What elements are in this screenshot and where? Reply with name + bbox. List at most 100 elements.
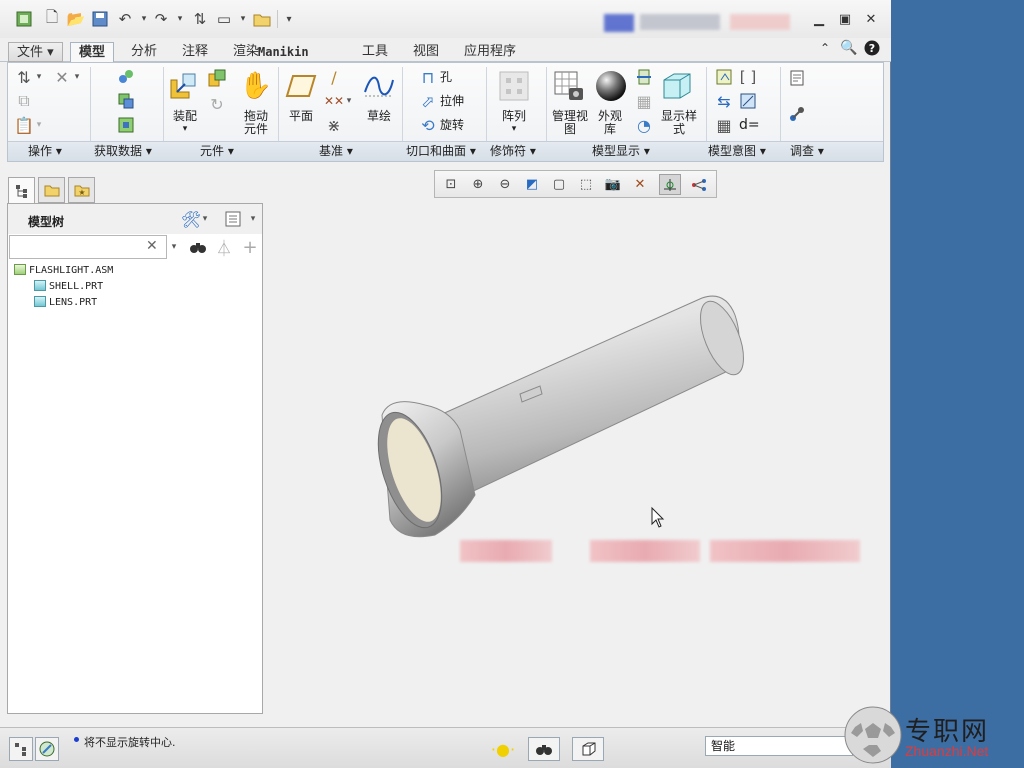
- delete-icon[interactable]: ✕: [52, 67, 72, 87]
- paste-dropdown-icon[interactable]: ▾: [34, 115, 44, 135]
- tree-item-flashlight-asm[interactable]: FLASHLIGHT.ASM: [14, 263, 113, 279]
- datum-display-filters-icon[interactable]: ✕: [629, 174, 651, 195]
- drag-components-icon[interactable]: ✋: [239, 69, 273, 103]
- manage-views-icon[interactable]: [552, 69, 586, 103]
- help-icon[interactable]: ?: [863, 39, 881, 57]
- refit-icon[interactable]: ⊡: [440, 174, 462, 195]
- flashlight-model[interactable]: [330, 270, 890, 690]
- show-dropdown-icon[interactable]: ▾: [248, 210, 258, 228]
- minimize-button[interactable]: ▁: [810, 10, 828, 28]
- folder-browser-tab-icon[interactable]: [38, 177, 65, 203]
- coordinate-system-icon[interactable]: ⋇: [324, 115, 344, 135]
- minimize-ribbon-icon[interactable]: ⌃: [816, 39, 834, 57]
- spin-center-icon[interactable]: [659, 174, 681, 195]
- display-style-icon[interactable]: [660, 69, 694, 103]
- group-get-data[interactable]: 获取数据 ▾: [94, 143, 152, 159]
- tab-tools[interactable]: 工具: [354, 42, 396, 62]
- tab-analysis[interactable]: 分析: [123, 42, 165, 62]
- repeat-icon[interactable]: ↻: [206, 93, 228, 115]
- group-datum[interactable]: 基准 ▾: [319, 143, 353, 159]
- tab-annotate[interactable]: 注释: [174, 42, 216, 62]
- tab-applications[interactable]: 应用程序: [456, 42, 524, 62]
- group-component[interactable]: 元件 ▾: [200, 143, 234, 159]
- tree-settings-icon[interactable]: 🛠: [181, 210, 201, 229]
- view-manager-icon[interactable]: 📷: [602, 174, 624, 195]
- publish-geometry-icon[interactable]: [738, 91, 758, 111]
- filter-icon[interactable]: ⏃: [214, 238, 234, 258]
- group-modifiers[interactable]: 修饰符 ▾: [490, 143, 536, 159]
- add-item-icon[interactable]: +: [240, 237, 260, 258]
- copy-geometry-icon[interactable]: [116, 91, 136, 111]
- copy-icon[interactable]: ⧉: [14, 91, 34, 111]
- tree-item-shell-prt[interactable]: SHELL.PRT: [34, 279, 103, 295]
- tab-model[interactable]: 模型: [70, 42, 115, 63]
- table-icon[interactable]: ▦: [714, 115, 734, 135]
- selection-box-button[interactable]: [572, 737, 604, 761]
- saved-orientations-icon[interactable]: ⬚: [575, 174, 597, 195]
- point-icon[interactable]: ✕✕: [324, 91, 344, 111]
- redo-dropdown-icon[interactable]: ▾: [170, 9, 190, 29]
- new-file-icon[interactable]: 🗋: [42, 8, 62, 29]
- create-component-icon[interactable]: [206, 67, 228, 89]
- parameters-icon[interactable]: [ ]: [738, 67, 758, 87]
- relations-label[interactable]: d=: [739, 118, 760, 132]
- perspective-icon[interactable]: ▦: [634, 91, 654, 111]
- maximize-button[interactable]: ▣: [836, 10, 854, 28]
- assemble-icon[interactable]: [166, 69, 200, 103]
- zoom-out-icon[interactable]: ⊖: [494, 174, 516, 195]
- section-icon[interactable]: [634, 67, 654, 87]
- show-menu-icon[interactable]: [224, 210, 242, 228]
- annotation-display-icon[interactable]: [688, 174, 710, 195]
- regenerate-dropdown-icon[interactable]: ▾: [34, 67, 44, 87]
- tree-search-input[interactable]: [9, 235, 167, 259]
- pattern-icon[interactable]: [497, 69, 531, 103]
- pattern-dropdown-icon[interactable]: ▾: [494, 123, 534, 136]
- appearance-gallery-icon[interactable]: [594, 69, 628, 103]
- tree-settings-dropdown-icon[interactable]: ▾: [200, 210, 210, 228]
- group-cut-surface[interactable]: 切口和曲面 ▾: [406, 143, 476, 159]
- windows-icon[interactable]: ▭: [214, 9, 234, 29]
- group-investigate[interactable]: 调查 ▾: [790, 143, 824, 159]
- paste-icon[interactable]: 📋: [14, 115, 34, 135]
- find-binoculars-icon[interactable]: [188, 238, 208, 256]
- zoom-in-icon[interactable]: ⊕: [467, 174, 489, 195]
- assemble-dropdown-icon[interactable]: ▾: [168, 123, 202, 136]
- model-tree-tab-icon[interactable]: [8, 177, 35, 203]
- clear-search-icon[interactable]: ✕: [146, 238, 158, 254]
- tab-manikin[interactable]: Manikin: [250, 42, 317, 62]
- toggle-navigator-icon[interactable]: [9, 737, 33, 761]
- favorites-tab-icon[interactable]: ★: [68, 177, 95, 203]
- customize-qat-icon[interactable]: ▾: [279, 9, 299, 29]
- tab-view[interactable]: 视图: [405, 42, 447, 62]
- regenerate-icon[interactable]: ⇅: [14, 67, 34, 87]
- extrude-icon[interactable]: ⬀: [418, 91, 438, 111]
- shrinkwrap-icon[interactable]: [116, 115, 136, 135]
- regenerate-icon[interactable]: ⇅: [190, 9, 210, 29]
- family-table-icon[interactable]: [714, 67, 734, 87]
- save-icon[interactable]: [90, 9, 110, 29]
- redo-icon[interactable]: ↷: [151, 9, 171, 29]
- plane-icon[interactable]: [284, 69, 318, 103]
- search-icon[interactable]: 🔍: [840, 39, 858, 57]
- windows-dropdown-icon[interactable]: ▾: [233, 9, 253, 29]
- group-model-display[interactable]: 模型显示 ▾: [592, 143, 650, 159]
- point-dropdown-icon[interactable]: ▾: [344, 91, 354, 111]
- tab-file[interactable]: 文件 ▾: [8, 42, 63, 62]
- switch-dimensions-icon[interactable]: ⇆: [714, 91, 734, 111]
- display-settings-icon[interactable]: ◔: [634, 115, 654, 135]
- display-style-view-icon[interactable]: ▢: [548, 174, 570, 195]
- reference-viewer-icon[interactable]: [786, 103, 808, 125]
- revolve-icon[interactable]: ⟲: [418, 115, 438, 135]
- user-defined-feature-icon[interactable]: [116, 67, 136, 87]
- group-operations[interactable]: 操作 ▾: [28, 143, 62, 159]
- axis-icon[interactable]: /: [324, 67, 344, 87]
- tree-item-lens-prt[interactable]: LENS.PRT: [34, 295, 97, 311]
- app-logo-icon[interactable]: [14, 9, 34, 29]
- toggle-browser-icon[interactable]: [35, 737, 59, 761]
- search-dropdown-icon[interactable]: ▾: [168, 238, 180, 256]
- sketch-icon[interactable]: [362, 69, 396, 103]
- delete-dropdown-icon[interactable]: ▾: [72, 67, 82, 87]
- close-window-folder-icon[interactable]: [252, 9, 272, 29]
- selection-filter-select[interactable]: 智能: [705, 736, 853, 756]
- close-button[interactable]: ✕: [862, 10, 880, 28]
